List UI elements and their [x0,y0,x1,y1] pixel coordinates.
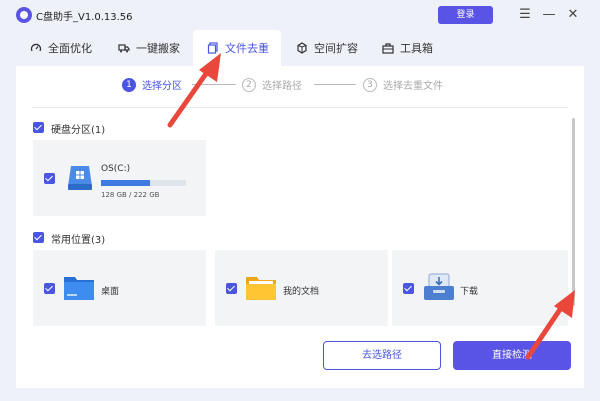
annotation-arrow-icon [167,53,221,128]
annotation-arrow-icon [525,290,575,360]
annotation-arrows [167,53,575,360]
